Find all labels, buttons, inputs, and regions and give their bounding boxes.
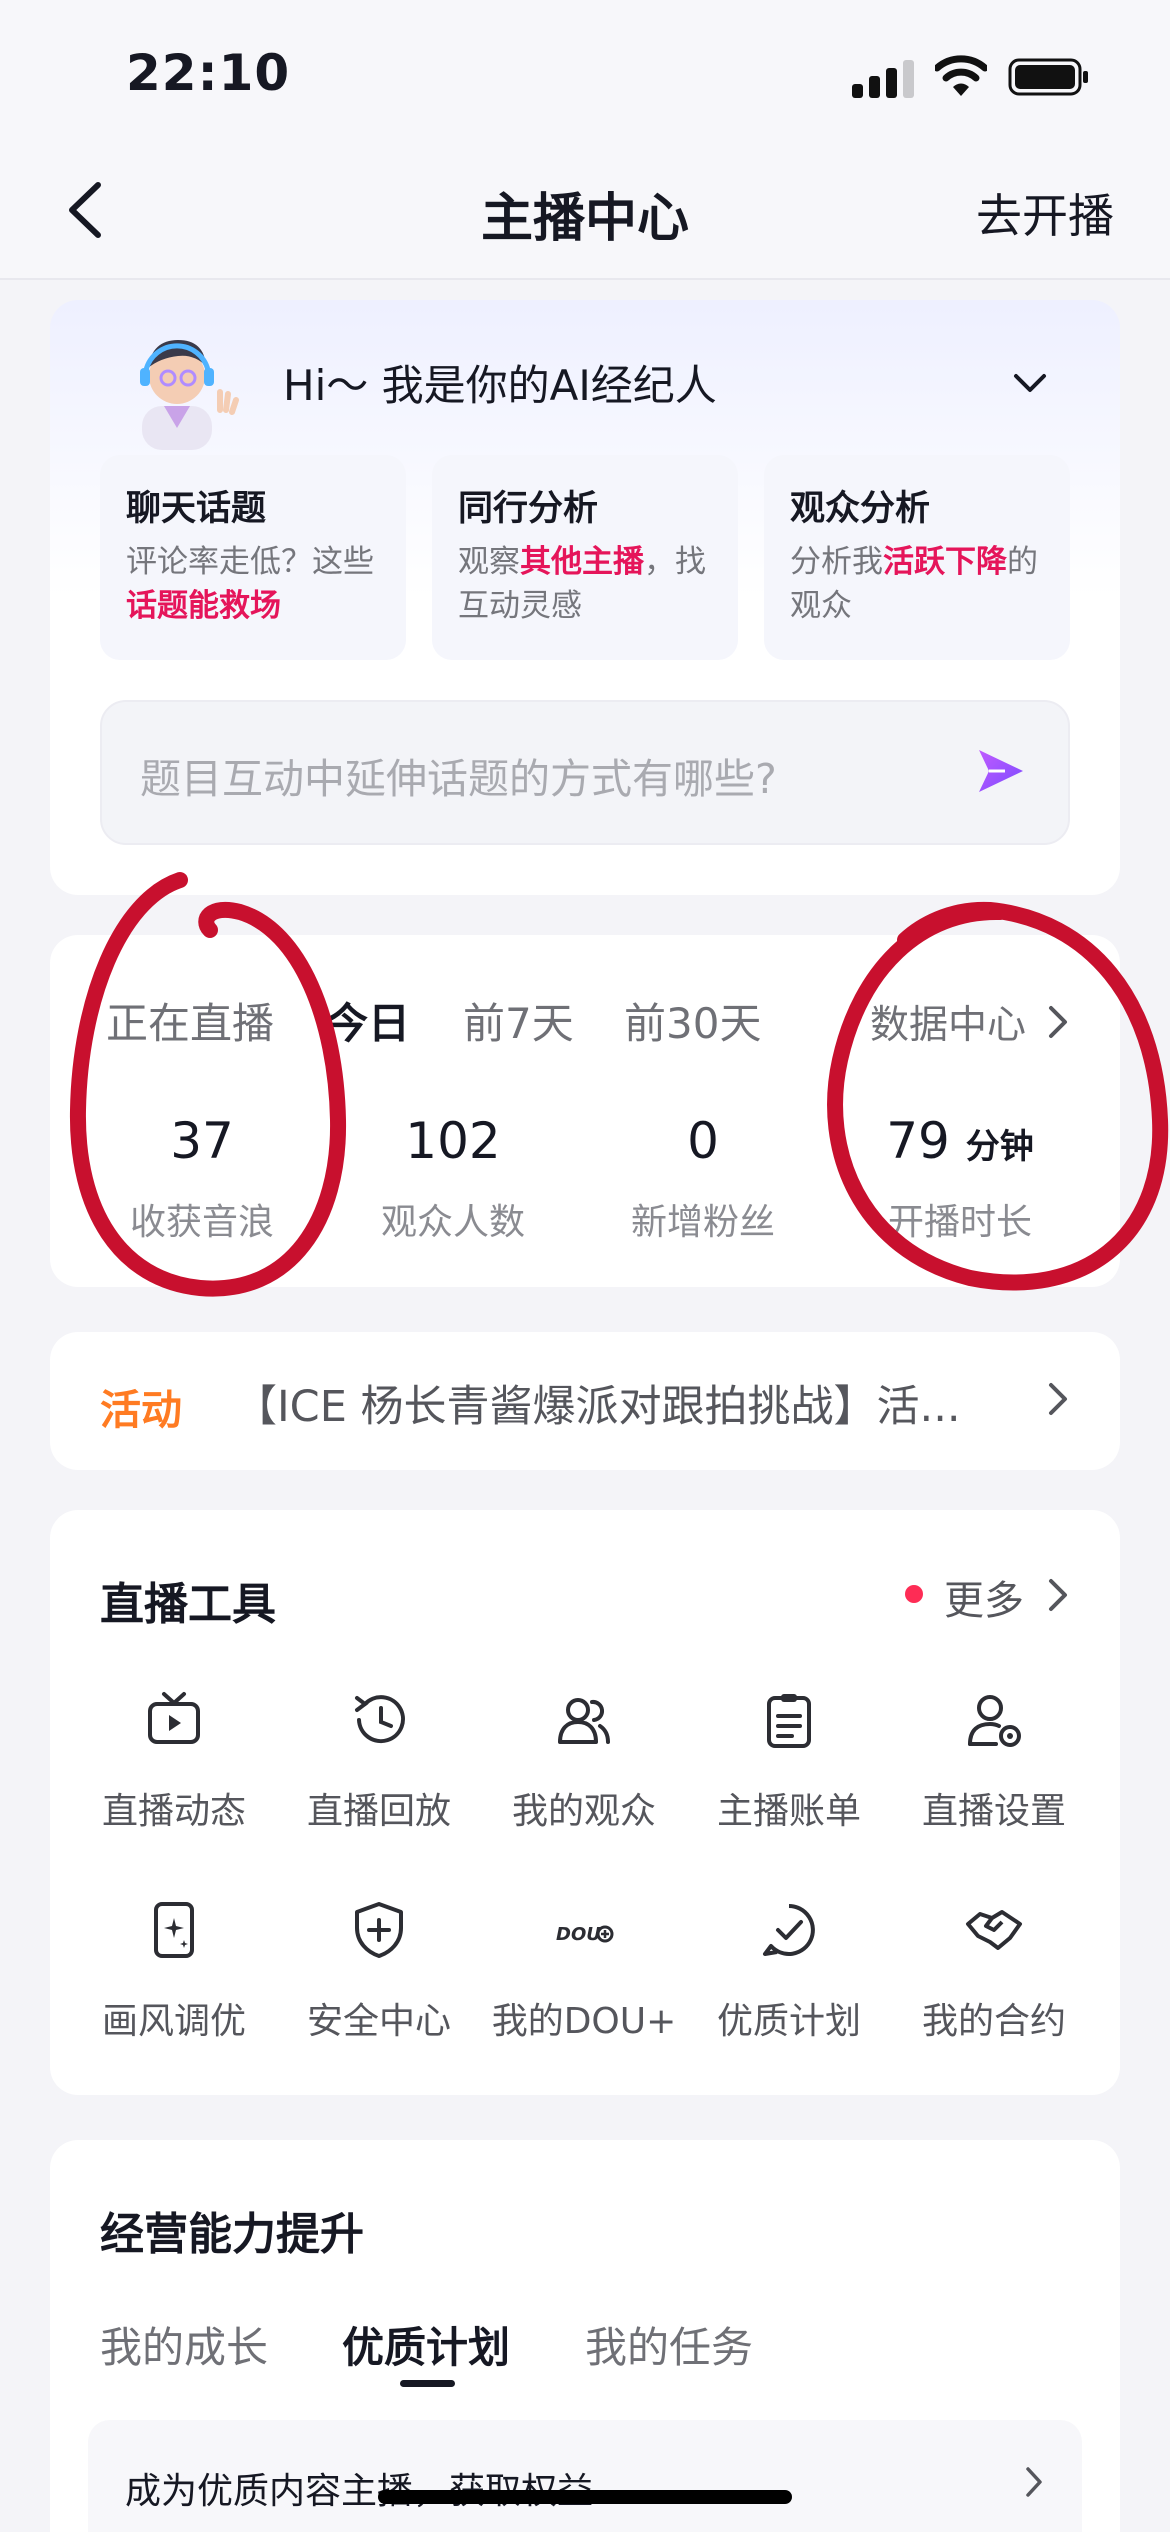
stat-label-duration: 开播时长 [887,1202,1032,1243]
tool-label: 安全中心 [306,2001,451,2042]
data-center-link[interactable]: 数据中心 [870,994,1026,1050]
users-icon [558,1698,610,1744]
topic-desc-audience: 分析我活跃下降的观众 [790,544,1038,624]
tool-label: 直播设置 [921,1791,1066,1832]
tool-label: 直播动态 [101,1791,246,1832]
send-icon[interactable] [975,744,1027,798]
topic-title-chat: 聊天话题 [126,489,267,529]
go-live-button[interactable]: 去开播 [976,180,1114,246]
battery-icon [1008,58,1088,96]
handshake-icon [966,1910,1022,1950]
wifi-icon [935,55,987,96]
home-indicator [378,2490,792,2504]
tab-my-tasks[interactable]: 我的任务 [585,2314,753,2375]
history-clock-icon [355,1695,405,1744]
status-time: 22:10 [126,44,291,102]
stat-value-duration: 79 分钟 [886,1112,1034,1170]
tool-replay[interactable]: 直播回放 [279,1690,479,1860]
dou-plus-icon: DOU [556,1924,614,1945]
more-tools-button[interactable]: 更多 [944,1568,1024,1626]
growth-item-text: 成为优质内容主播，获取权益 [125,2471,594,2512]
topic-desc-chat: 评论率走低？这些话题能救场 [126,544,374,624]
tool-style-tuning[interactable]: 画风调优 [74,1900,274,2070]
active-tab-indicator [400,2380,455,2387]
tool-label: 我的合约 [921,2001,1066,2042]
live-tools-title: 直播工具 [100,1579,276,1630]
tv-play-icon [148,1692,200,1744]
bill-icon [767,1694,811,1748]
svg-text:DOU: DOU [556,1924,601,1945]
signal-icon [852,58,914,98]
sparkle-phone-icon [154,1902,194,1958]
tab-7-days[interactable]: 前7天 [463,990,574,1051]
chevron-right-icon[interactable] [1046,1380,1072,1418]
stat-label-viewers: 观众人数 [380,1202,525,1243]
ai-greeting: Hi～ 我是你的AI经纪人 [283,361,717,410]
stat-label-sound-waves: 收获音浪 [129,1202,274,1243]
topic-title-audience: 观众分析 [790,489,931,529]
chevron-right-icon[interactable] [1046,1576,1072,1614]
tool-label: 我的观众 [511,1791,656,1832]
user-settings-icon [968,1695,1021,1747]
chevron-right-icon[interactable] [1046,1003,1072,1041]
topic-desc-peer: 观察其他主播，找互动灵感 [458,544,706,624]
ai-avatar [140,340,239,450]
chevron-down-icon[interactable] [1010,368,1050,396]
tab-quality-plan[interactable]: 优质计划 [342,2314,510,2375]
tool-label: 直播回放 [306,1791,451,1832]
tool-label: 我的DOU+ [491,2001,677,2042]
tool-dou-plus[interactable]: DOU 我的DOU+ [484,1900,684,2070]
stat-value-sound-waves: 37 [170,1112,234,1170]
tool-my-audience[interactable]: 我的观众 [484,1690,684,1860]
tool-quality-plan[interactable]: 优质计划 [689,1900,889,2070]
tab-today[interactable]: 今日 [326,990,410,1051]
tool-live-settings[interactable]: 直播设置 [894,1690,1094,1860]
tool-bill[interactable]: 主播账单 [689,1690,889,1860]
chevron-right-icon[interactable] [1024,2465,1046,2499]
tool-my-contract[interactable]: 我的合约 [894,1900,1094,2070]
tool-security-center[interactable]: 安全中心 [279,1900,479,2070]
tool-label: 画风调优 [101,2001,246,2042]
topic-title-peer: 同行分析 [458,489,599,529]
check-circle-icon [763,1904,815,1956]
tool-label: 主播账单 [716,1791,861,1832]
notification-dot [905,1585,923,1603]
stat-value-new-fans: 0 [687,1112,719,1170]
stat-value-viewers: 102 [405,1112,501,1170]
growth-title: 经营能力提升 [100,2209,364,2260]
stat-label-new-fans: 新增粉丝 [630,1202,775,1243]
tab-my-growth[interactable]: 我的成长 [100,2314,268,2375]
activity-text[interactable]: 【ICE 杨长青酱爆派对跟拍挑战】活... [234,1372,1004,1434]
tab-live-now[interactable]: 正在直播 [106,990,274,1051]
activity-tag: 活动 [100,1386,182,1434]
tool-live-feed[interactable]: 直播动态 [74,1690,274,1860]
shield-icon [355,1902,403,1958]
tab-30-days[interactable]: 前30天 [624,990,761,1051]
ai-ask-placeholder: 题目互动中延伸话题的方式有哪些? [140,755,777,803]
tool-label: 优质计划 [716,2001,861,2042]
